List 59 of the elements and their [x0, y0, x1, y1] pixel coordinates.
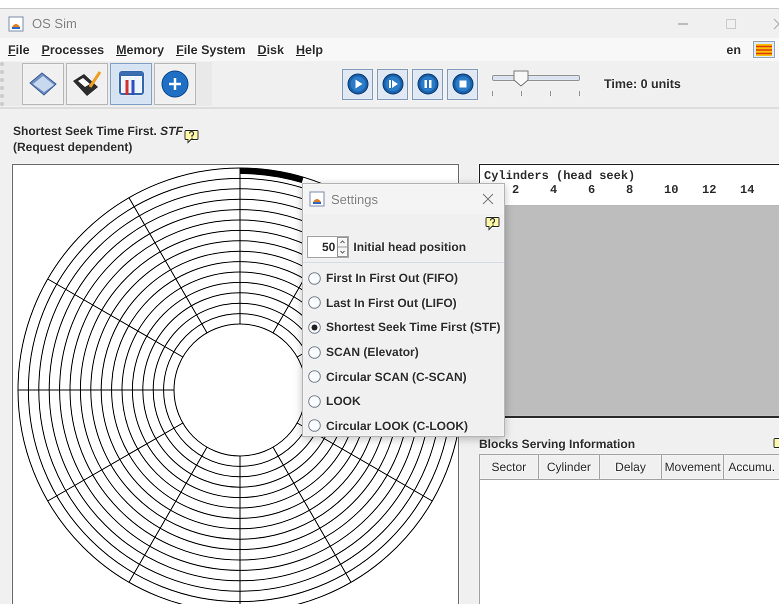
spinner-arrows-icon[interactable]	[337, 237, 348, 257]
menu-item[interactable]: Help	[296, 42, 324, 56]
cylinder-title: Cylinders (head seek)	[484, 169, 636, 183]
menu-item[interactable]: Processes	[42, 42, 104, 56]
algorithm-option[interactable]: LOOK	[308, 388, 504, 414]
column-header[interactable]: Movement	[662, 455, 724, 480]
close-icon[interactable]	[482, 193, 494, 205]
time-label: Time: 0 units	[604, 77, 681, 91]
radio-button[interactable]	[308, 272, 321, 285]
window-title: OS Sim	[32, 16, 77, 31]
radio-button[interactable]	[308, 370, 321, 384]
plus-icon	[160, 69, 190, 99]
head-position-label: Initial head position	[353, 240, 466, 254]
cylinder-tick: 8	[626, 183, 634, 197]
language-button[interactable]	[753, 41, 775, 58]
cylinder-tick: 4	[550, 183, 558, 197]
menu-item[interactable]: File	[8, 42, 30, 56]
algorithm-option[interactable]: Last In First Out (LIFO)	[308, 290, 504, 316]
algorithm-option[interactable]: Shortest Seek Time First (STF)	[308, 315, 504, 340]
app-icon	[309, 191, 325, 207]
algorithm-option[interactable]: Circular SCAN (C-SCAN)	[308, 364, 504, 389]
algorithm-option[interactable]: Circular LOOK (C-LOOK)	[308, 414, 504, 438]
menu-item[interactable]: Disk	[258, 42, 284, 56]
cylinder-tick: 6	[588, 183, 596, 197]
menu-item[interactable]: Memory	[116, 42, 164, 56]
blocks-title: Blocks Serving Information	[479, 437, 636, 451]
cylinder-tick: 14	[740, 183, 756, 197]
radio-button[interactable]	[308, 346, 321, 359]
toolbar-button[interactable]	[154, 63, 196, 105]
algorithm-option[interactable]: SCAN (Elevator)	[308, 340, 504, 364]
slider-thumb[interactable]	[513, 70, 530, 87]
column-header[interactable]: Cylinder	[538, 455, 600, 480]
cylinder-tick: 12	[702, 183, 718, 197]
speed-slider[interactable]	[492, 69, 580, 99]
algorithm-option[interactable]: First In First Out (FIFO)	[308, 266, 504, 291]
play-button[interactable]	[342, 68, 373, 100]
step-button[interactable]	[377, 68, 408, 100]
head-position-spinner[interactable]: 50	[307, 236, 350, 258]
cylinder-tick: 2	[512, 183, 520, 197]
toolbar-button[interactable]	[66, 63, 108, 105]
radio-button[interactable]	[308, 394, 321, 408]
app-icon	[8, 16, 24, 32]
algorithm-note: (Request dependent)	[13, 139, 134, 155]
floppy-pencil-icon	[70, 69, 104, 99]
stop-button[interactable]	[447, 68, 478, 100]
radio-button[interactable]	[308, 320, 321, 334]
dialog-title: Settings	[331, 192, 378, 206]
menu-item[interactable]: File System	[176, 42, 246, 56]
radio-button[interactable]	[308, 296, 321, 310]
radio-button[interactable]	[308, 419, 321, 432]
pause-button[interactable]	[412, 68, 443, 100]
toolbar-button[interactable]	[110, 63, 152, 105]
column-header[interactable]: Sector	[480, 455, 539, 480]
column-header[interactable]: Accumu.	[724, 455, 779, 480]
column-header[interactable]: Delay	[600, 455, 662, 480]
algorithm-title: Shortest Seek Time First. STF	[13, 123, 183, 139]
cylinder-tick: 10	[664, 183, 680, 197]
language-label: en	[726, 42, 741, 56]
flag-icon	[756, 44, 772, 56]
